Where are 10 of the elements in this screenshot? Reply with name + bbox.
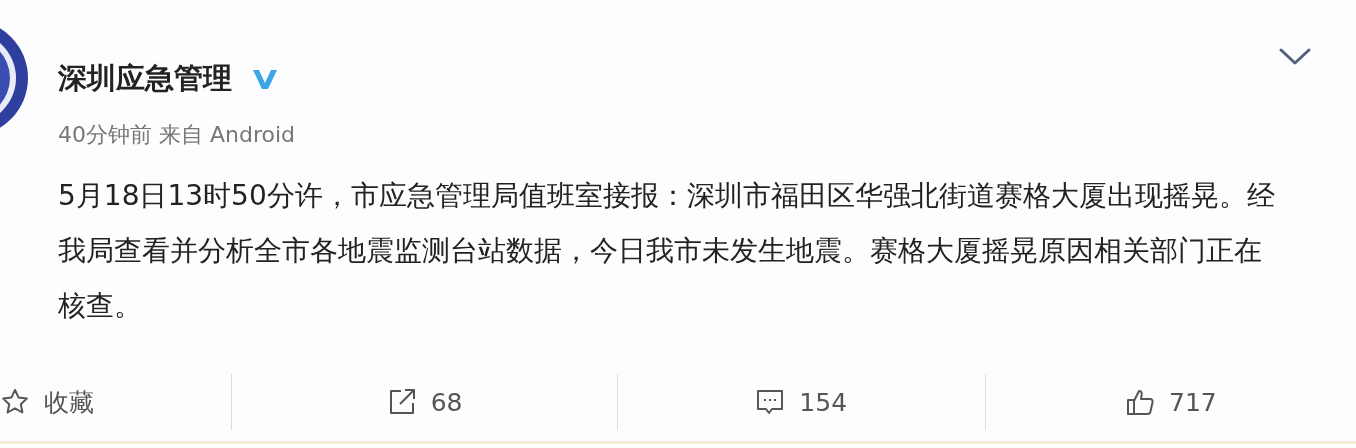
thumbs-up-icon [1125,387,1156,417]
post-meta: 40分钟前 来自 Android [58,121,297,149]
repost-button[interactable]: 68 [386,387,463,417]
favorite-button[interactable]: 收藏 [0,385,94,419]
comment-button[interactable]: 154 [755,387,848,417]
author-name[interactable]: 深圳应急管理 [58,59,232,99]
comment-icon [755,387,786,417]
like-button[interactable]: 717 [1125,387,1217,417]
star-icon [0,387,30,417]
post-text: 5月18日13时50分许，市应急管理局值班室接报：深圳市福田区华强北街道赛格大厦出现摇晃。经我局查看并分析全市各地震监测台站数据，今日我市未发生地震。赛格大厦摇晃原因相关部门正在核查。 [58,178,1276,324]
